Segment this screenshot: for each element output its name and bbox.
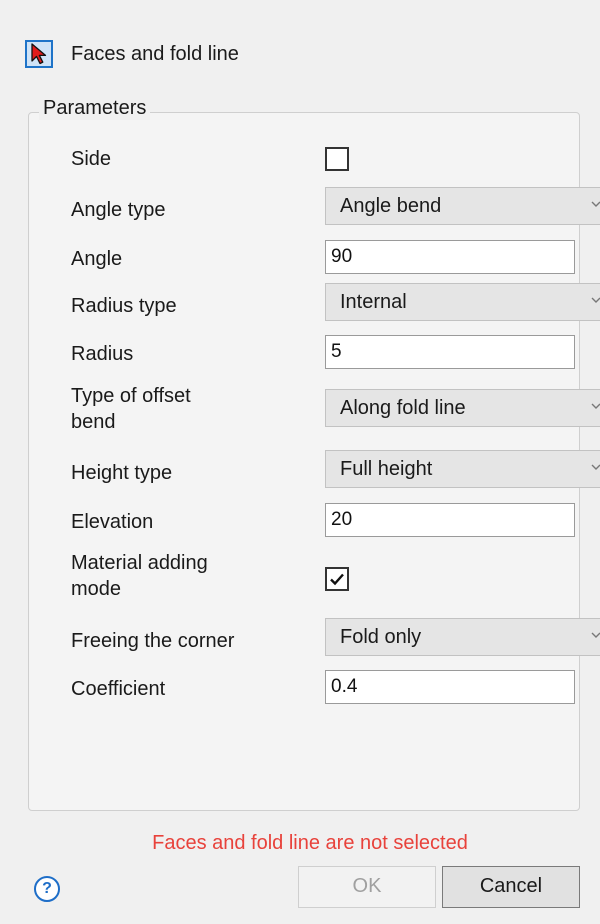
chevron-down-icon — [591, 632, 600, 638]
material-adding-mode-label: Material adding mode — [71, 552, 208, 600]
angle-type-label: Angle type — [71, 199, 166, 221]
side-label: Side — [71, 148, 112, 170]
select-tool-button[interactable] — [25, 40, 53, 68]
checkmark-icon — [330, 573, 344, 586]
radius-input[interactable] — [325, 335, 575, 369]
ok-button[interactable]: OK — [298, 866, 436, 908]
coefficient-label: Coefficient — [71, 678, 166, 700]
freeing-corner-label: Freeing the corner — [71, 630, 235, 652]
material-adding-mode-checkbox[interactable] — [325, 567, 349, 591]
chevron-down-icon — [591, 297, 600, 303]
coefficient-input[interactable] — [325, 670, 575, 704]
offset-bend-type-select[interactable]: Along fold line — [325, 389, 600, 427]
chevron-down-icon — [591, 201, 600, 207]
parameters-legend: Parameters — [39, 97, 151, 120]
radius-type-select[interactable]: Internal — [325, 283, 600, 321]
radius-label: Radius — [71, 343, 134, 365]
freeing-corner-select[interactable]: Fold only — [325, 618, 600, 656]
height-type-value: Full height — [340, 458, 433, 480]
header-title: Faces and fold line — [71, 42, 239, 65]
elevation-label: Elevation — [71, 511, 154, 533]
height-type-select[interactable]: Full height — [325, 450, 600, 488]
offset-bend-type-label: Type of offset bend — [71, 385, 191, 433]
radius-type-label: Radius type — [71, 295, 177, 317]
cancel-button[interactable]: Cancel — [442, 866, 580, 908]
header: Faces and fold line — [25, 38, 239, 70]
chevron-down-icon — [591, 464, 600, 470]
red-arrow-pointer-icon — [31, 43, 47, 65]
offset-bend-type-value: Along fold line — [340, 397, 466, 419]
help-icon[interactable]: ? — [34, 876, 60, 902]
angle-input[interactable] — [325, 240, 575, 274]
side-checkbox[interactable] — [325, 147, 349, 171]
radius-type-value: Internal — [340, 291, 407, 313]
elevation-input[interactable] — [325, 503, 575, 537]
parameters-group: Parameters Side Angle type Angle bend An… — [28, 97, 600, 811]
status-message: Faces and fold line are not selected — [152, 832, 468, 854]
chevron-down-icon — [591, 403, 600, 409]
angle-type-value: Angle bend — [340, 195, 442, 217]
angle-type-select[interactable]: Angle bend — [325, 187, 600, 225]
angle-label: Angle — [71, 248, 123, 270]
freeing-corner-value: Fold only — [340, 626, 422, 648]
height-type-label: Height type — [71, 462, 173, 484]
